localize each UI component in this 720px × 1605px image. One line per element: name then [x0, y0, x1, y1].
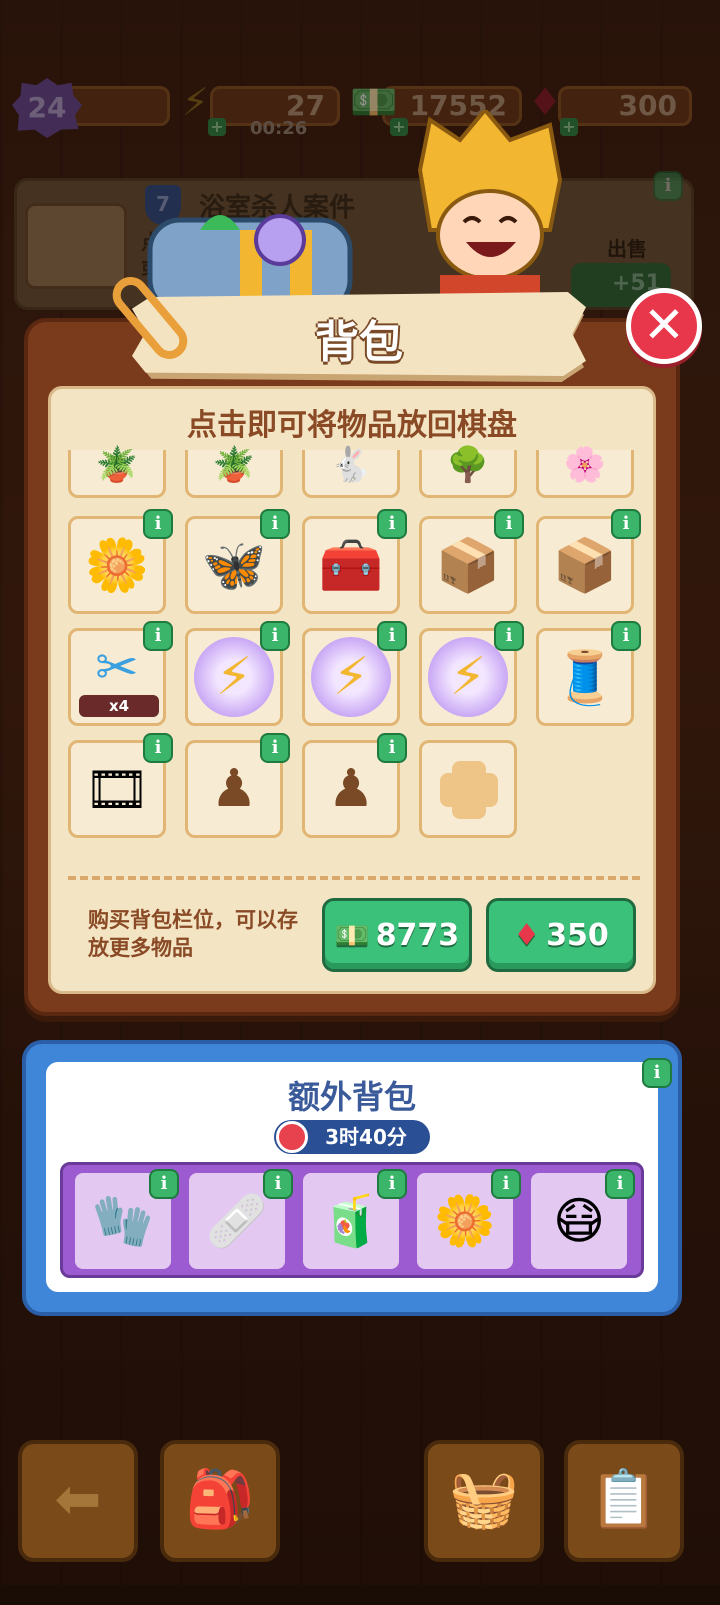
info-icon[interactable]: i — [494, 621, 524, 651]
grid-cell[interactable]: 🎞 i — [68, 733, 173, 838]
grid-cell[interactable]: 🦋 i — [185, 509, 290, 614]
info-icon[interactable]: i — [260, 733, 290, 763]
info-icon[interactable]: i — [377, 1169, 407, 1199]
grid-cell[interactable]: ⚡ i — [185, 621, 290, 726]
grid-cell[interactable]: ⚡ i — [419, 621, 524, 726]
grid-cell[interactable]: 🌳 — [419, 445, 517, 498]
grid-cell[interactable]: ✂ x4 i — [68, 621, 173, 726]
grid-cell[interactable]: 🌸 — [536, 445, 634, 498]
clock-icon — [276, 1121, 308, 1153]
divider — [68, 876, 640, 880]
info-icon[interactable]: i — [494, 509, 524, 539]
buy-slot-text: 购买背包栏位，可以存放更多物品 — [88, 908, 298, 960]
backpack-nav-button[interactable]: 🎒 — [160, 1440, 280, 1562]
item-count: x4 — [79, 695, 159, 717]
grid-cell[interactable]: ⚡ i — [302, 621, 407, 726]
extra-bag-title: 额外背包 — [287, 1078, 416, 1116]
info-icon[interactable]: i — [491, 1169, 521, 1199]
grid-cell[interactable]: 🧵 i — [536, 621, 641, 726]
grid-cell[interactable]: 📦 i — [419, 509, 524, 614]
seed-pot-icon: 🪴 — [95, 444, 139, 485]
info-icon[interactable]: i — [143, 733, 173, 763]
info-icon[interactable]: i — [149, 1169, 179, 1199]
timer-text: 3时40分 — [325, 1125, 407, 1149]
cash-price: 8773 — [375, 917, 460, 953]
info-icon[interactable]: i — [605, 1169, 635, 1199]
clipboard-nav-button[interactable]: 📋 — [564, 1440, 684, 1562]
plus-icon-bar — [440, 773, 498, 807]
grid-cell[interactable]: ♟ i — [302, 733, 407, 838]
extra-cell[interactable]: 😷 i — [531, 1169, 635, 1269]
grid-cell[interactable]: 📦 i — [536, 509, 641, 614]
tree-icon: 🌳 — [446, 444, 490, 485]
extra-cell[interactable]: 🧤 i — [75, 1169, 179, 1269]
info-icon[interactable]: i — [377, 509, 407, 539]
extra-cell[interactable]: 🌼 i — [417, 1169, 521, 1269]
character-illustration — [417, 110, 563, 300]
extra-cell[interactable]: 🧃 i — [303, 1169, 407, 1269]
gem-price: 350 — [546, 917, 609, 953]
system-navigation-bar — [0, 1585, 720, 1605]
grid-cell[interactable]: 🐇 — [302, 445, 400, 498]
info-icon[interactable]: i — [611, 509, 641, 539]
buy-with-cash-button[interactable]: 💵 8773 — [322, 898, 472, 972]
info-icon[interactable]: i — [143, 621, 173, 651]
grid-cell[interactable]: 🧰 i — [302, 509, 407, 614]
cash-icon: 💵 — [334, 918, 370, 952]
add-slot-button[interactable] — [419, 740, 517, 838]
info-icon[interactable]: i — [143, 509, 173, 539]
info-icon[interactable]: i — [260, 621, 290, 651]
info-icon[interactable]: i — [377, 621, 407, 651]
back-button[interactable]: ⬅ — [18, 1440, 138, 1562]
extra-bag-row: 🧤 i 🩹 i 🧃 i 🌼 i 😷 i — [60, 1162, 644, 1278]
flower-tree-icon: 🌸 — [563, 444, 607, 485]
backpack-title: 背包 — [315, 317, 403, 368]
grid-cell[interactable]: 🪴 — [68, 445, 166, 498]
info-icon[interactable]: i — [263, 1169, 293, 1199]
info-icon[interactable]: i — [377, 733, 407, 763]
info-icon[interactable]: i — [260, 509, 290, 539]
grid-cell[interactable]: ♟ i — [185, 733, 290, 838]
rabbit-icon: 🐇 — [329, 444, 373, 485]
gem-icon: ♦ — [513, 917, 541, 953]
close-button[interactable]: ✕ — [626, 288, 702, 364]
hint-text: 点击即可将物品放回棋盘 — [187, 408, 517, 443]
basket-nav-button[interactable]: 🧺 — [424, 1440, 544, 1562]
seed-pot-2-icon: 🪴 — [212, 444, 256, 485]
backpack-illustration — [147, 214, 353, 310]
grid-cell[interactable]: 🌼 i — [68, 509, 173, 614]
buy-with-gems-button[interactable]: ♦ 350 — [486, 898, 636, 972]
extra-bag-timer: 3时40分 — [274, 1120, 430, 1154]
grid-cell[interactable]: 🪴 — [185, 445, 283, 498]
info-icon[interactable]: i — [611, 621, 641, 651]
extra-cell[interactable]: 🩹 i — [189, 1169, 293, 1269]
